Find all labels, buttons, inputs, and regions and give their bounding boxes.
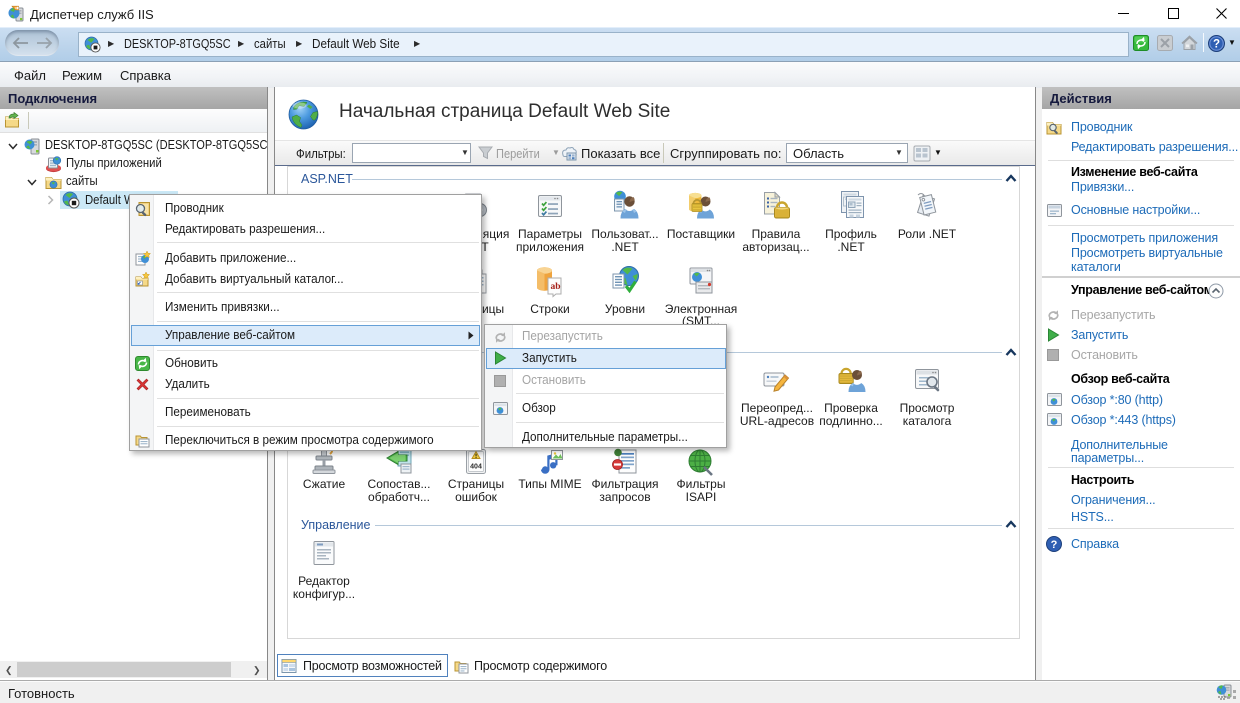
svg-text:?: ? <box>1213 39 1220 51</box>
svg-text:404: 404 <box>470 464 482 471</box>
svg-text:ab: ab <box>551 282 561 292</box>
svg-text:?: ? <box>1051 539 1058 551</box>
